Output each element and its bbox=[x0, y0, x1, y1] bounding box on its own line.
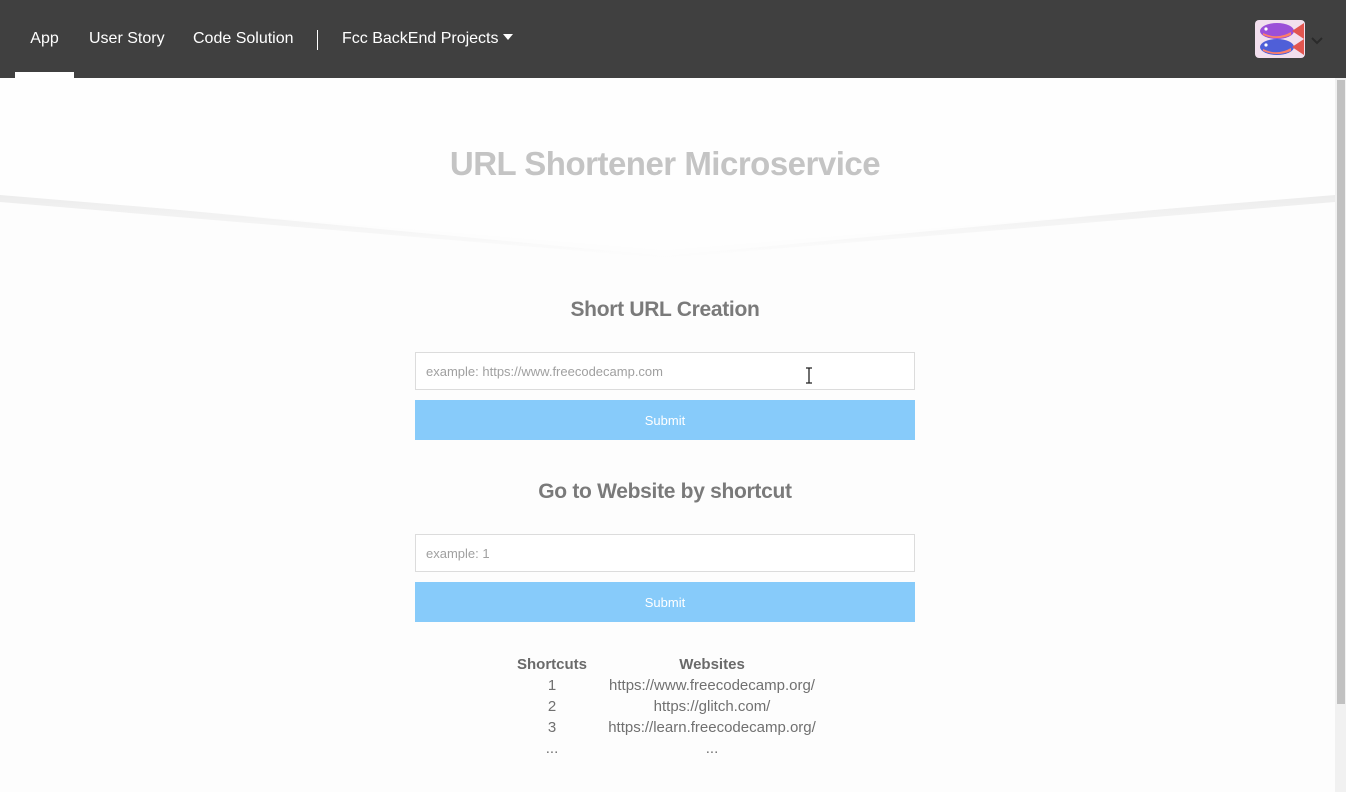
websites-header: Websites bbox=[679, 656, 745, 673]
page-title: URL Shortener Microservice bbox=[449, 145, 881, 182]
nav-item-user-story[interactable]: User Story bbox=[89, 0, 165, 78]
table-row: ... ... bbox=[510, 738, 818, 759]
caret-down-icon bbox=[502, 34, 513, 40]
nav-item-code-solution[interactable]: Code Solution bbox=[193, 0, 294, 78]
url-input[interactable] bbox=[415, 352, 915, 390]
top-navbar: App User Story Code Solution Fcc BackEnd… bbox=[0, 0, 1346, 78]
shortcuts-table: Shortcuts Websites 1 https://www.freecod… bbox=[510, 654, 818, 759]
nav-item-app[interactable]: App bbox=[15, 0, 74, 78]
shortcut-cell: 2 bbox=[547, 698, 557, 715]
nav-projects-label: Fcc BackEnd Projects bbox=[342, 30, 499, 47]
chevron-down-icon[interactable] bbox=[1310, 35, 1324, 45]
nav-divider bbox=[317, 30, 318, 50]
create-submit-button[interactable]: Submit bbox=[415, 400, 915, 440]
website-cell: https://learn.freecodecamp.org/ bbox=[608, 719, 816, 736]
create-section-title: Short URL Creation bbox=[570, 298, 760, 321]
website-cell: https://glitch.com/ bbox=[653, 698, 771, 715]
table-row: 2 https://glitch.com/ bbox=[510, 696, 818, 717]
shortcut-cell: 1 bbox=[547, 677, 557, 694]
table-header-row: Shortcuts Websites bbox=[510, 654, 818, 675]
table-row: 3 https://learn.freecodecamp.org/ bbox=[510, 717, 818, 738]
website-cell: https://www.freecodecamp.org/ bbox=[609, 677, 815, 694]
goto-submit-button[interactable]: Submit bbox=[415, 582, 915, 622]
scrollbar-thumb[interactable] bbox=[1337, 80, 1345, 704]
table-row: 1 https://www.freecodecamp.org/ bbox=[510, 675, 818, 696]
shortcut-input[interactable] bbox=[415, 534, 915, 572]
fish-avatar-icon[interactable] bbox=[1255, 20, 1305, 58]
goto-section-title: Go to Website by shortcut bbox=[538, 480, 792, 503]
website-cell: ... bbox=[705, 740, 719, 757]
shortcut-cell: 3 bbox=[547, 719, 557, 736]
shortcut-cell: ... bbox=[545, 740, 559, 757]
nav-item-projects-dropdown[interactable]: Fcc BackEnd Projects bbox=[342, 0, 513, 78]
text-cursor-icon bbox=[806, 367, 812, 384]
shortcuts-header: Shortcuts bbox=[516, 656, 587, 673]
